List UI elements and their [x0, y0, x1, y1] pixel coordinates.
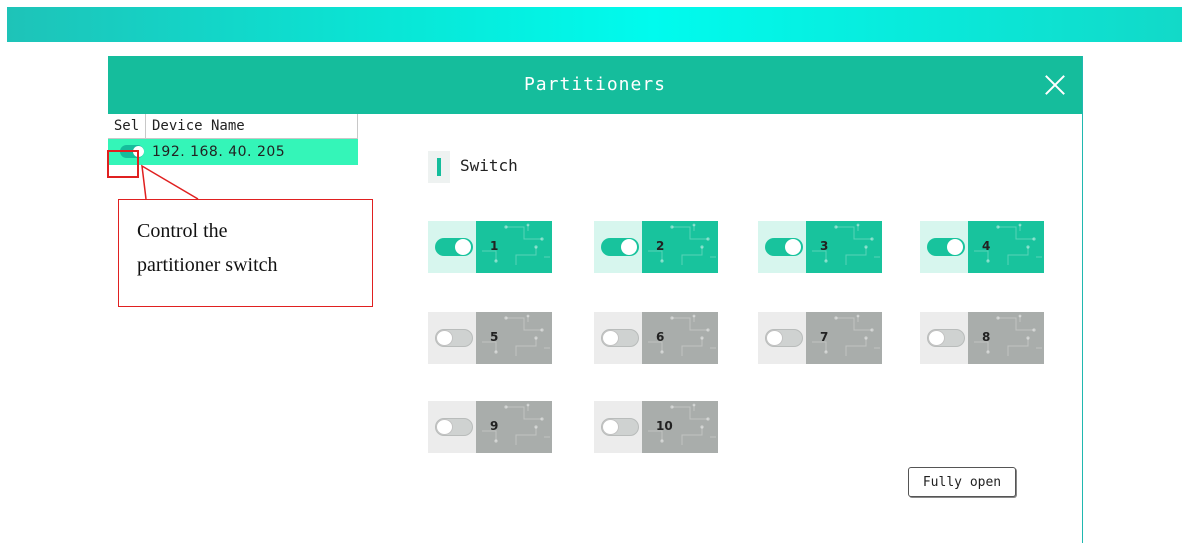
zone-toggle[interactable] — [435, 238, 473, 256]
zone-toggle[interactable] — [601, 238, 639, 256]
zone-face[interactable]: 6 — [642, 312, 718, 364]
zone-switch-area[interactable] — [920, 221, 968, 273]
zone-switch-area[interactable] — [758, 221, 806, 273]
annotation-pointer — [141, 164, 199, 200]
toggle-knob — [436, 330, 453, 346]
zone-switch-area[interactable] — [428, 221, 476, 273]
zone-switch-area[interactable] — [920, 312, 968, 364]
zone-face[interactable]: 7 — [806, 312, 882, 364]
zone-tile[interactable]: 7 — [758, 312, 882, 364]
zone-number: 2 — [656, 239, 665, 253]
zone-number: 6 — [656, 330, 665, 344]
zone-tile[interactable]: 10 — [594, 401, 718, 453]
toggle-knob — [766, 330, 783, 346]
zone-number: 5 — [490, 330, 499, 344]
zone-tile[interactable]: 5 — [428, 312, 552, 364]
toggle-knob — [928, 330, 945, 346]
zone-number: 8 — [982, 330, 991, 344]
zone-tile[interactable]: 9 — [428, 401, 552, 453]
table-row[interactable]: 192. 168. 40. 205 — [108, 139, 358, 165]
zone-toggle[interactable] — [927, 329, 965, 347]
title-bar: Partitioners — [108, 56, 1082, 114]
zone-switch-area[interactable] — [428, 401, 476, 453]
toggle-knob — [455, 239, 471, 255]
section-marker-icon — [428, 151, 450, 183]
table-header: Sel Device Name — [108, 114, 358, 139]
partitioners-dialog: Partitioners Sel Device Name 192. 168. 4… — [107, 56, 1083, 543]
zone-switch-area[interactable] — [758, 312, 806, 364]
zone-face[interactable]: 5 — [476, 312, 552, 364]
zone-tile[interactable]: 6 — [594, 312, 718, 364]
fully-open-button[interactable]: Fully open — [908, 467, 1016, 497]
zone-switch-area[interactable] — [594, 401, 642, 453]
zone-number: 10 — [656, 419, 673, 433]
annotation-line-1: Control the — [137, 220, 228, 242]
zone-tile[interactable]: 4 — [920, 221, 1044, 273]
zone-face[interactable]: 10 — [642, 401, 718, 453]
annotation-callout: Control the partitioner switch — [118, 199, 373, 307]
zone-toggle[interactable] — [601, 418, 639, 436]
zone-number: 9 — [490, 419, 499, 433]
zone-face[interactable]: 9 — [476, 401, 552, 453]
zone-number: 4 — [982, 239, 991, 253]
toggle-knob — [621, 239, 637, 255]
zone-toggle[interactable] — [435, 329, 473, 347]
zone-tile[interactable]: 3 — [758, 221, 882, 273]
toggle-knob — [602, 419, 619, 435]
annotation-highlight-box — [107, 150, 139, 178]
zone-face[interactable]: 2 — [642, 221, 718, 273]
zone-toggle[interactable] — [435, 418, 473, 436]
device-table: Sel Device Name 192. 168. 40. 205 — [108, 114, 358, 165]
toggle-knob — [947, 239, 963, 255]
zone-toggle[interactable] — [601, 329, 639, 347]
device-ip: 192. 168. 40. 205 — [152, 144, 286, 160]
dialog-title: Partitioners — [523, 74, 667, 95]
zone-tile[interactable]: 1 — [428, 221, 552, 273]
zone-face[interactable]: 1 — [476, 221, 552, 273]
device-name-column-header: Device Name — [152, 118, 245, 134]
annotation-line-2: partitioner switch — [137, 254, 278, 276]
zone-face[interactable]: 8 — [968, 312, 1044, 364]
zone-number: 3 — [820, 239, 829, 253]
close-icon[interactable] — [1042, 72, 1068, 98]
zone-face[interactable]: 4 — [968, 221, 1044, 273]
toggle-knob — [436, 419, 453, 435]
top-banner — [7, 7, 1182, 42]
zone-toggle[interactable] — [927, 238, 965, 256]
zone-toggle[interactable] — [765, 329, 803, 347]
zone-switch-area[interactable] — [428, 312, 476, 364]
zone-tile[interactable]: 2 — [594, 221, 718, 273]
zone-switch-area[interactable] — [594, 312, 642, 364]
section-title: Switch — [460, 156, 518, 175]
zone-tile[interactable]: 8 — [920, 312, 1044, 364]
toggle-knob — [602, 330, 619, 346]
toggle-knob — [785, 239, 801, 255]
zone-switch-area[interactable] — [594, 221, 642, 273]
zone-number: 1 — [490, 239, 499, 253]
zone-toggle[interactable] — [765, 238, 803, 256]
sel-column-header: Sel — [108, 114, 146, 138]
zone-face[interactable]: 3 — [806, 221, 882, 273]
zone-number: 7 — [820, 330, 829, 344]
